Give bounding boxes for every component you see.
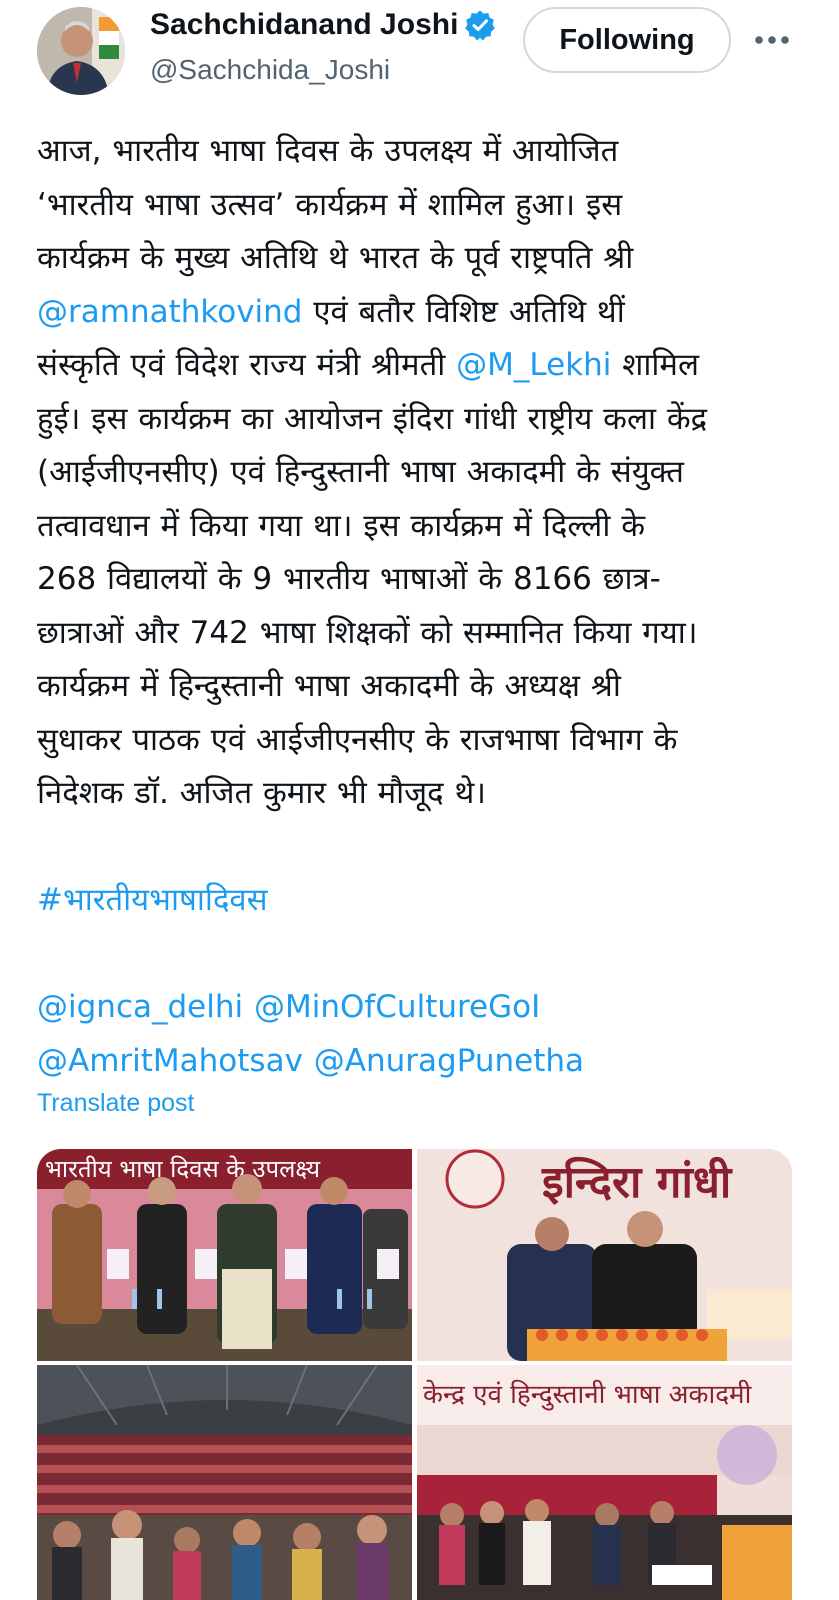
tweet-line: कार्यक्रम के मुख्य अतिथि थे भारत के पूर्… (37, 232, 802, 286)
tweet-text-segment: कार्यक्रम में हिन्दुस्तानी भाषा अकादमी क… (37, 668, 621, 704)
audience-photo[interactable] (37, 1365, 412, 1600)
display-name[interactable]: Sachchidanand Joshi (150, 8, 458, 42)
tweet-line: कार्यक्रम में हिन्दुस्तानी भाषा अकादमी क… (37, 660, 802, 714)
tweet-text-segment: निदेशक डॉ. अजित कुमार भी मौजूद थे। (37, 775, 487, 811)
more-options-icon[interactable] (752, 22, 792, 58)
tweet-text-segment: ‘भारतीय भाषा उत्सव’ कार्यक्रम में शामिल … (37, 186, 623, 223)
speech-podium-photo[interactable]: इन्दिरा गांधी (417, 1149, 792, 1361)
tweet-text-segment (243, 989, 254, 1025)
media-grid: भारतीय भाषा दिवस के उपलक्ष्य इन्दिरा गां… (37, 1149, 792, 1600)
banner-text: केन्द्र एवं हिन्दुस्तानी भाषा अकादमी (423, 1379, 753, 1411)
tweet-text-segment: कार्यक्रम के मुख्य अतिथि थे भारत के पूर्… (37, 240, 634, 276)
tweet-line: ‘भारतीय भाषा उत्सव’ कार्यक्रम में शामिल … (37, 179, 802, 233)
mention-link[interactable]: @AnuragPunetha (314, 1043, 584, 1079)
tweet-text-segment: संस्कृति एवं विदेश राज्य मंत्री श्रीमती (37, 347, 457, 383)
tweet-text-segment: (आईजीएनसीए) एवं हिन्दुस्तानी भाषा अकादमी… (37, 454, 684, 490)
translate-post-link[interactable]: Translate post (37, 1089, 194, 1118)
banner-text: इन्दिरा गांधी (541, 1156, 733, 1208)
following-button[interactable]: Following (523, 7, 731, 73)
mention-link[interactable]: @MinOfCultureGoI (254, 989, 540, 1025)
tweet-text-segment: तत्वावधान में किया गया था। इस कार्यक्रम … (37, 507, 646, 544)
banner-text: भारतीय भाषा दिवस के उपलक्ष्य (45, 1155, 321, 1183)
tweet-text-segment: छात्राओं और 742 भाषा शिक्षकों को सम्मानि… (37, 614, 698, 651)
tweet-text-segment: शामिल (611, 347, 699, 383)
tweet-line: छात्राओं और 742 भाषा शिक्षकों को सम्मानि… (37, 607, 802, 661)
book-release-photo[interactable]: भारतीय भाषा दिवस के उपलक्ष्य (37, 1149, 412, 1361)
tweet-line: 268 विद्यालयों के 9 भारतीय भाषाओं के 816… (37, 553, 802, 607)
tweet-text-segment: सुधाकर पाठक एवं आईजीएनसीए के राजभाषा विभ… (37, 721, 678, 758)
tweet-text: आज, भारतीय भाषा दिवस के उपलक्ष्य में आयो… (37, 125, 802, 1088)
mention-link[interactable]: @ramnathkovind (37, 294, 302, 330)
tweet-line: तत्वावधान में किया गया था। इस कार्यक्रम … (37, 500, 802, 554)
tweet-text-segment: हुई। इस कार्यक्रम का आयोजन इंदिरा गांधी … (37, 400, 708, 437)
tweet-line: @AmritMahotsav @AnuragPunetha (37, 1035, 802, 1089)
user-handle[interactable]: @Sachchida_Joshi (150, 54, 390, 86)
tweet-text-segment: 268 विद्यालयों के 9 भारतीय भाषाओं के 816… (37, 561, 661, 597)
verified-badge-icon (465, 10, 496, 41)
mention-link[interactable]: @M_Lekhi (456, 347, 611, 383)
mention-link[interactable]: @AmritMahotsav (37, 1043, 303, 1079)
user-avatar[interactable] (37, 7, 125, 95)
mention-link[interactable]: @ignca_delhi (37, 989, 243, 1025)
tweet-line: आज, भारतीय भाषा दिवस के उपलक्ष्य में आयो… (37, 125, 802, 179)
tweet-text-segment (303, 1043, 314, 1079)
tweet-line: निदेशक डॉ. अजित कुमार भी मौजूद थे। (37, 767, 802, 821)
tweet-line: (आईजीएनसीए) एवं हिन्दुस्तानी भाषा अकादमी… (37, 446, 802, 500)
tweet-line: @ramnathkovind एवं बतौर विशिष्ट अतिथि थी… (37, 286, 802, 340)
tweet-line: #भारतीयभाषादिवस (37, 874, 802, 928)
tweet-header: Sachchidanand Joshi @Sachchida_Joshi Fol… (0, 0, 839, 105)
tweet-text-segment: आज, भारतीय भाषा दिवस के उपलक्ष्य में आयो… (37, 133, 619, 169)
hashtag-link[interactable]: #भारतीयभाषादिवस (37, 882, 268, 918)
name-row: Sachchidanand Joshi (150, 8, 510, 42)
tweet-text-segment: एवं बतौर विशिष्ट अतिथि थीं (302, 293, 625, 330)
tweet-line: संस्कृति एवं विदेश राज्य मंत्री श्रीमती … (37, 339, 802, 393)
tweet-line: सुधाकर पाठक एवं आईजीएनसीए के राजभाषा विभ… (37, 714, 802, 768)
tweet-line: हुई। इस कार्यक्रम का आयोजन इंदिरा गांधी … (37, 393, 802, 447)
felicitation-photo[interactable]: केन्द्र एवं हिन्दुस्तानी भाषा अकादमी (417, 1365, 792, 1600)
tweet-line: @ignca_delhi @MinOfCultureGoI (37, 981, 802, 1035)
